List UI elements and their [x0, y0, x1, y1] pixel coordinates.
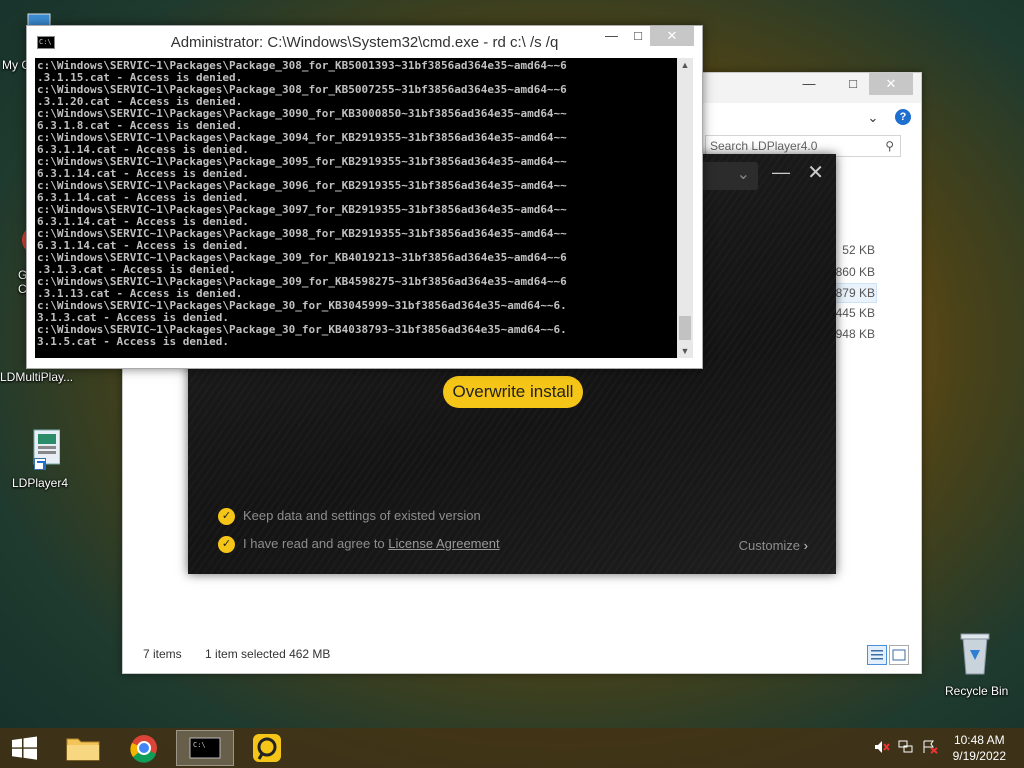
taskbar-chrome[interactable] [115, 730, 173, 766]
license-agreement-link[interactable]: License Agreement [388, 536, 499, 551]
console-scrollbar[interactable]: ▲ ▼ [677, 58, 693, 358]
ldplayer-logo-icon [253, 734, 281, 762]
close-button[interactable]: ✕ [869, 73, 913, 95]
desktop-icon-label: Recycle Bin [945, 684, 1009, 698]
overwrite-install-button[interactable]: Overwrite install [443, 376, 583, 408]
maximize-button[interactable]: □ [839, 73, 867, 95]
close-button[interactable]: ✕ [807, 160, 824, 185]
scroll-down-icon[interactable]: ▼ [677, 346, 693, 356]
agree-license-option[interactable]: ✓ I have read and agree to License Agreem… [218, 536, 500, 554]
ldplayer-icon [16, 428, 61, 470]
clock-date: 9/19/2022 [952, 749, 1006, 763]
svg-text:C:\: C:\ [193, 741, 206, 749]
system-clock[interactable]: 10:48 AM 9/19/2022 [953, 732, 1006, 764]
search-icon: ⚲ [885, 139, 894, 153]
network-icon[interactable] [898, 740, 914, 757]
console-output[interactable]: c:\Windows\SERVIC~1\Packages\Package_308… [35, 58, 677, 358]
minimize-button[interactable]: — [605, 28, 618, 43]
desktop-icon-recycle-bin[interactable]: Recycle Bin [935, 630, 1015, 698]
customize-label: Customize [738, 538, 801, 553]
desktop-icon-label: LDMultiPlay... [0, 370, 74, 384]
minimize-button[interactable]: — [795, 73, 823, 95]
cmd-window: C:\ Administrator: C:\Windows\System32\c… [26, 25, 703, 369]
taskbar: C:\ 10:48 AM 9/19/2022 [0, 728, 1024, 768]
close-button[interactable]: ✕ [650, 26, 694, 46]
scroll-up-icon[interactable]: ▲ [677, 60, 693, 70]
desktop-icon-ldplayer4[interactable]: LDPlayer4 [0, 428, 78, 490]
windows-logo-icon [12, 736, 37, 760]
keep-data-option[interactable]: ✓ Keep data and settings of existed versi… [218, 508, 481, 526]
volume-muted-icon[interactable] [874, 740, 890, 757]
check-icon[interactable]: ✓ [218, 508, 235, 526]
taskbar-file-explorer[interactable] [54, 730, 112, 766]
status-bar: 7 items 1 item selected 462 MB [143, 647, 330, 661]
taskbar-cmd[interactable]: C:\ [176, 730, 234, 766]
cmd-icon: C:\ [189, 737, 221, 759]
chrome-icon [130, 735, 157, 763]
ribbon-collapse-icon[interactable]: ⌄ [859, 107, 887, 129]
status-selection: 1 item selected 462 MB [205, 647, 331, 661]
keep-data-label: Keep data and settings of existed versio… [243, 508, 481, 523]
cmd-titlebar[interactable]: C:\ Administrator: C:\Windows\System32\c… [27, 26, 702, 58]
start-button[interactable] [0, 728, 50, 768]
cmd-title: Administrator: C:\Windows\System32\cmd.e… [170, 34, 559, 51]
taskbar-ldplayer[interactable] [238, 730, 296, 766]
minimize-button[interactable]: — [772, 162, 790, 183]
agree-label: I have read and agree to [243, 536, 389, 551]
console-line: 3.1.5.cat - Access is denied. [37, 335, 230, 348]
help-icon[interactable]: ? [895, 109, 911, 125]
search-placeholder: Search LDPlayer4.0 [710, 139, 818, 153]
folder-icon [66, 738, 100, 761]
status-item-count: 7 items [143, 647, 182, 661]
large-icons-view-button[interactable] [889, 645, 909, 665]
check-icon[interactable]: ✓ [218, 536, 235, 554]
action-center-flag-icon[interactable] [922, 740, 938, 757]
desktop-icon-label: LDPlayer4 [12, 476, 69, 490]
maximize-button[interactable]: □ [634, 28, 642, 43]
clock-time: 10:48 AM [953, 733, 1005, 747]
scroll-thumb[interactable] [679, 316, 691, 340]
details-view-button[interactable] [867, 645, 887, 665]
customize-button[interactable]: Customize › [739, 538, 808, 553]
recycle-bin-icon [953, 630, 997, 675]
chevron-right-icon: › [803, 538, 808, 553]
